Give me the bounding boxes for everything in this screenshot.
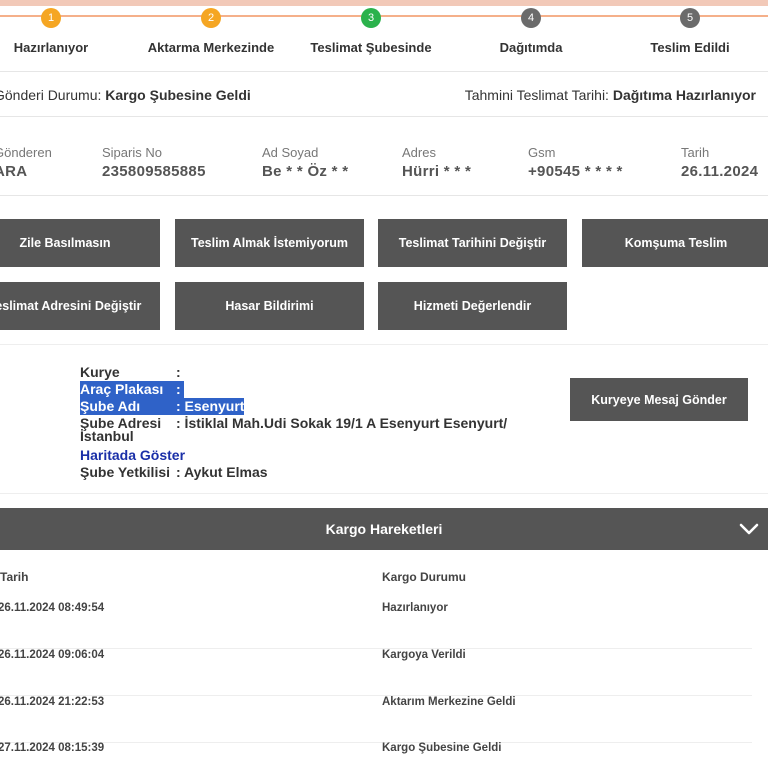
chevron-down-icon[interactable] [738,518,760,540]
show-on-map-link[interactable]: Haritada Göster [80,447,185,464]
deliver-to-neighbor-button[interactable]: Komşuma Teslim [582,219,768,267]
shipment-status: Gönderi Durumu: Kargo Şubesine Geldi [0,87,251,103]
step-number: 4 [521,8,541,28]
table-row: 26.11.2024 08:49:54 Hazırlanıyor [0,602,752,649]
branch-officer-value: : Aykut Elmas [176,464,268,480]
step-label: Teslim Edildi [650,40,730,55]
row-status: Kargo Şubesine Geldi [382,742,502,754]
info-name: Ad Soyad Be * * Öz * * [262,145,348,180]
shipment-status-label: Gönderi Durumu: [0,87,102,103]
column-header-status: Kargo Durumu [382,570,466,584]
row-date: 26.11.2024 08:49:54 [0,602,105,614]
info-value: 26.11.2024 [681,163,759,180]
branch-address-value: : İstiklal Mah.Udi Sokak 19/1 A Esenyurt… [176,415,508,431]
info-value: +90545 * * * * [528,163,623,180]
info-value: Be * * Öz * * [262,163,349,180]
step-delivered: 5 Teslim Edildi [600,0,768,72]
step-transfer-center: 2 Aktarma Merkezinde [121,0,301,72]
refuse-delivery-button[interactable]: Teslim Almak İstemiyorum [175,219,364,267]
step-number: 5 [680,8,700,28]
status-row: Gönderi Durumu: Kargo Şubesine Geldi Tah… [0,73,768,117]
step-delivery-branch: 3 Teslimat Şubesinde [281,0,461,72]
shipment-info: Gönderen ARA Siparis No 235809585885 Ad … [0,130,768,196]
column-header-date: Tarih [0,570,29,584]
message-courier-button[interactable]: Kuryeye Mesaj Gönder [570,378,748,421]
estimated-delivery-value: Dağıtıma Hazırlanıyor [612,87,756,103]
info-sender: Gönderen ARA [0,145,52,180]
info-value: 235809585885 [102,163,206,180]
info-value: Hürri * * * [402,163,472,180]
courier-label: Kurye [80,364,120,380]
info-value: ARA [0,163,28,180]
change-delivery-address-button[interactable]: Teslimat Adresini Değiştir [0,282,160,330]
row-date: 26.11.2024 09:06:04 [0,649,105,661]
estimated-delivery-label: Tahmini Teslimat Tarihi: [464,87,609,103]
cargo-movements-title: Kargo Hareketleri [325,521,443,537]
info-date: Tarih 26.11.2024 [681,145,758,180]
damage-report-button[interactable]: Hasar Bildirimi [175,282,364,330]
cargo-movements-header[interactable]: Kargo Hareketleri [0,508,768,550]
do-not-ring-button[interactable]: Zile Basılmasın [0,219,160,267]
info-label: Adres [402,145,436,160]
table-row: 26.11.2024 21:22:53 Aktarım Merkezine Ge… [0,696,752,743]
step-number: 1 [41,8,61,28]
estimated-delivery: Tahmini Teslimat Tarihi: Dağıtıma Hazırl… [465,87,756,103]
table-row: 27.11.2024 08:15:39 Kargo Şubesine Geldi [0,742,752,768]
change-delivery-date-button[interactable]: Teslimat Tarihini Değiştir [378,219,567,267]
branch-officer-label: Şube Yetkilisi [80,464,171,480]
step-prepared: 1 Hazırlanıyor [0,0,141,72]
info-label: Gönderen [0,145,52,160]
info-label: Ad Soyad [262,145,319,160]
step-label: Dağıtımda [499,40,563,55]
info-label: Gsm [528,145,556,160]
info-label: Siparis No [102,145,162,160]
step-out-for-delivery: 4 Dağıtımda [441,0,621,72]
row-date: 27.11.2024 08:15:39 [0,742,105,754]
info-gsm: Gsm +90545 * * * * [528,145,623,180]
row-date: 26.11.2024 21:22:53 [0,696,105,708]
table-row: 26.11.2024 09:06:04 Kargoya Verildi [0,649,752,696]
info-label: Tarih [681,145,710,160]
info-address: Adres Hürri * * * [402,145,471,180]
branch-address-city: İstanbul [80,428,134,444]
row-status: Kargoya Verildi [382,649,466,661]
step-label: Aktarma Merkezinde [147,40,275,55]
plate-label: Araç Plakası [80,381,176,398]
plate-value: : [176,381,184,398]
row-status: Aktarım Merkezine Geldi [382,696,516,708]
branch-label: Şube Adı [80,398,176,415]
branch-value: : Esenyurt [176,398,245,415]
step-number: 2 [201,8,221,28]
courier-value: : [176,364,181,380]
rate-service-button[interactable]: Hizmeti Değerlendir [378,282,567,330]
step-label: Hazırlanıyor [13,40,89,55]
shipment-status-value: Kargo Şubesine Geldi [105,87,251,103]
row-status: Hazırlanıyor [382,602,448,614]
step-label: Teslimat Şubesinde [310,40,432,55]
info-order-no: Siparis No 235809585885 [102,145,206,180]
progress-steps: 1 Hazırlanıyor 2 Aktarma Merkezinde 3 Te… [0,0,768,72]
step-number: 3 [361,8,381,28]
